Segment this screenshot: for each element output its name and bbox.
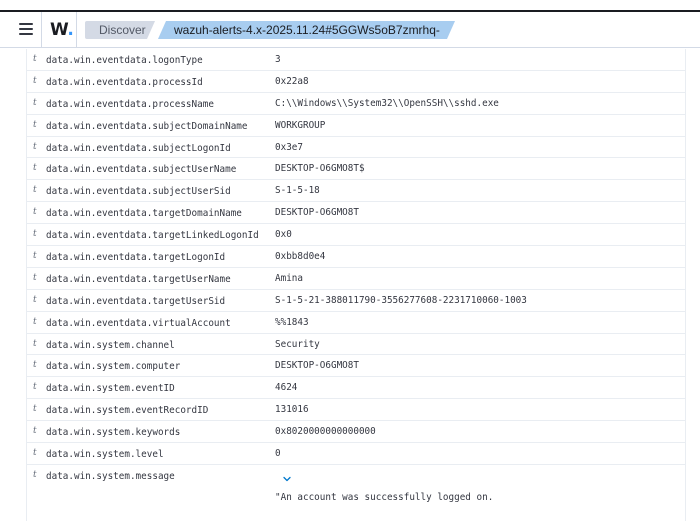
wazuh-logo[interactable]: W. xyxy=(50,19,74,41)
chevron-down-icon[interactable] xyxy=(281,473,293,485)
field-name: data.win.system.eventID xyxy=(46,383,175,395)
field-value: Amina xyxy=(275,272,303,284)
app-header: W. Discover wazuh-alerts-4.x-2025.11.24#… xyxy=(0,12,700,48)
field-value: 0xbb8d0e4 xyxy=(275,251,326,263)
table-row: t data.win.system.eventRecordID 131016 xyxy=(26,399,686,422)
table-row: t data.win.eventdata.processName C:\\Windo… xyxy=(26,93,686,115)
field-name: data.win.system.computer xyxy=(46,361,181,373)
field-name: data.win.system.keywords xyxy=(46,427,181,439)
field-value: 0 xyxy=(275,448,281,460)
table-row: t data.win.eventdata.targetUserSid S-1-5-2… xyxy=(26,290,686,312)
table-row: t data.win.eventdata.subjectDomainName WOR… xyxy=(26,115,686,137)
field-value: Security xyxy=(275,338,320,350)
table-row: t data.win.eventdata.targetUserName Amina xyxy=(26,268,686,290)
string-type-icon: t xyxy=(33,207,37,218)
header-divider xyxy=(41,12,42,48)
table-row: t data.win.eventdata.subjectUserSid S-1-5-… xyxy=(26,180,686,203)
table-row: t data.win.eventdata.logonType 3 xyxy=(26,49,686,71)
field-name: data.win.eventdata.processName xyxy=(46,98,214,110)
field-name: data.win.eventdata.targetUserName xyxy=(46,273,231,285)
field-name: data.win.eventdata.subjectLogonId xyxy=(46,142,231,154)
table-row: t data.win.system.channel Security xyxy=(26,334,686,356)
message-value: "An account was successfully logged on. xyxy=(275,491,494,503)
field-value: 131016 xyxy=(275,404,309,416)
field-value: 4624 xyxy=(275,382,298,394)
table-row-message: t data.win.system.message "An account was … xyxy=(26,465,686,525)
field-name: data.win.system.message xyxy=(46,470,175,482)
field-value: WORKGROUP xyxy=(275,119,326,131)
table-row: t data.win.eventdata.subjectLogonId 0x3e7 xyxy=(26,137,686,159)
field-value: C:\\Windows\\System32\\OpenSSH\\sshd.exe xyxy=(275,97,499,109)
header-divider xyxy=(76,12,77,48)
table-row: t data.win.system.computer DESKTOP-O6GMO8T xyxy=(26,355,686,378)
field-name: data.win.eventdata.processId xyxy=(46,76,203,88)
table-row: t data.win.eventdata.virtualAccount %%1843 xyxy=(26,312,686,334)
string-type-icon: t xyxy=(33,229,37,240)
table-row: t data.win.eventdata.targetDomainName DESK… xyxy=(26,202,686,225)
table-row: t data.win.eventdata.targetLogonId 0xbb8d0… xyxy=(26,246,686,268)
field-value: 0x22a8 xyxy=(275,75,309,87)
string-type-icon: t xyxy=(33,316,37,327)
string-type-icon: t xyxy=(33,294,37,305)
field-value: 0x3e7 xyxy=(275,141,303,153)
string-type-icon: t xyxy=(33,469,37,480)
string-type-icon: t xyxy=(33,251,37,262)
logo-letter: W xyxy=(50,20,68,40)
table-row: t data.win.eventdata.processId 0x22a8 xyxy=(26,71,686,93)
field-value: 0x8020000000000000 xyxy=(275,426,376,438)
string-type-icon: t xyxy=(33,360,37,371)
string-type-icon: t xyxy=(33,119,37,130)
string-type-icon: t xyxy=(33,97,37,108)
table-row: t data.win.system.eventID 4624 xyxy=(26,377,686,400)
field-name: data.win.eventdata.subjectDomainName xyxy=(46,120,248,132)
field-value: %%1843 xyxy=(275,316,309,328)
field-name: data.win.system.channel xyxy=(46,339,175,351)
string-type-icon: t xyxy=(33,338,37,349)
table-row: t data.win.eventdata.targetLinkedLogonId 0… xyxy=(26,224,686,247)
field-value: DESKTOP-O6GMO8T$ xyxy=(275,163,365,175)
string-type-icon: t xyxy=(33,404,37,415)
breadcrumb-current-document: wazuh-alerts-4.x-2025.11.24#5GGWs5oB7zmr… xyxy=(158,21,455,39)
field-name: data.win.eventdata.logonType xyxy=(46,55,203,66)
document-fields-table: t data.win.eventdata.logonType 3 t data.win.… xyxy=(26,49,686,525)
string-type-icon: t xyxy=(33,272,37,283)
hamburger-menu-icon[interactable] xyxy=(19,23,33,35)
field-name: data.win.system.level xyxy=(46,449,164,461)
string-type-icon: t xyxy=(33,185,37,196)
field-name: data.win.eventdata.virtualAccount xyxy=(46,317,231,329)
field-name: data.win.system.eventRecordID xyxy=(46,405,209,417)
string-type-icon: t xyxy=(33,54,37,64)
string-type-icon: t xyxy=(33,448,37,459)
logo-dot: . xyxy=(67,20,74,40)
string-type-icon: t xyxy=(33,382,37,393)
table-row: t data.win.eventdata.subjectUserName DESKT… xyxy=(26,158,686,181)
field-name: data.win.eventdata.targetLogonId xyxy=(46,252,226,264)
string-type-icon: t xyxy=(33,141,37,152)
table-row: t data.win.system.level 0 xyxy=(26,443,686,465)
field-value: S-1-5-21-388011790-3556277608-2231710060… xyxy=(275,294,527,306)
string-type-icon: t xyxy=(33,426,37,437)
field-name: data.win.eventdata.targetDomainName xyxy=(46,208,242,220)
field-name: data.win.eventdata.targetLinkedLogonId xyxy=(46,230,259,242)
field-value: S-1-5-18 xyxy=(275,185,320,197)
string-type-icon: t xyxy=(33,163,37,174)
string-type-icon: t xyxy=(33,75,37,86)
field-value: 3 xyxy=(275,54,281,65)
field-name: data.win.eventdata.targetUserSid xyxy=(46,295,226,307)
field-name: data.win.eventdata.subjectUserSid xyxy=(46,186,231,198)
field-name: data.win.eventdata.subjectUserName xyxy=(46,164,237,176)
table-row: t data.win.system.keywords 0x8020000000000… xyxy=(26,421,686,444)
field-value: 0x0 xyxy=(275,229,292,241)
field-value: DESKTOP-O6GMO8T xyxy=(275,207,359,219)
field-value: DESKTOP-O6GMO8T xyxy=(275,360,359,372)
breadcrumb-discover[interactable]: Discover xyxy=(85,21,155,39)
